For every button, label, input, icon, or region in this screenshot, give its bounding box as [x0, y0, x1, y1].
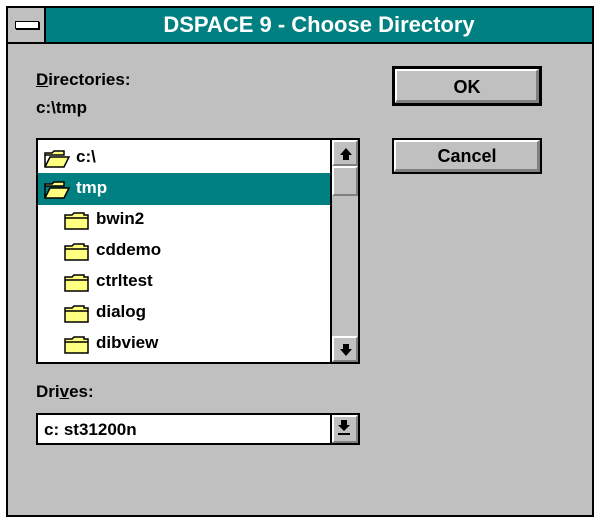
system-menu-button[interactable] — [8, 8, 46, 42]
directory-name: c:\ — [76, 147, 96, 166]
directory-list-item[interactable]: bwin2 — [38, 204, 332, 236]
title-bar[interactable]: DSPACE 9 - Choose Directory — [8, 8, 592, 44]
directories-label: Directories: — [36, 70, 130, 90]
dropdown-arrow-icon — [338, 420, 350, 435]
directory-list-item[interactable]: cddemo — [38, 235, 332, 267]
folder-icon — [64, 274, 89, 292]
directory-name: tmp — [76, 178, 108, 197]
ok-button[interactable]: OK — [392, 66, 542, 106]
folder-icon — [64, 212, 89, 230]
drives-dropdown[interactable]: c: st31200n — [36, 413, 360, 445]
drives-label: Drives: — [36, 382, 94, 402]
directory-name: dialog — [96, 302, 147, 321]
current-path: c:\tmp — [36, 98, 87, 117]
directories-label-mnemonic: D — [36, 70, 49, 89]
drives-dropdown-button[interactable] — [330, 415, 358, 443]
arrow-up-icon — [340, 148, 352, 160]
drives-label-prefix: Dri — [36, 382, 60, 401]
directory-listbox[interactable]: c:\ tmp bwin2 cddemo ctrltest dialog dibview — [36, 138, 360, 364]
arrow-down-icon — [340, 344, 352, 356]
cancel-button[interactable]: Cancel — [392, 138, 542, 174]
directory-list-item[interactable]: c:\ — [38, 142, 332, 174]
folder-icon — [64, 336, 89, 354]
directory-list-item[interactable]: ctrltest — [38, 266, 332, 298]
system-menu-icon — [15, 21, 39, 29]
folder-icon — [64, 243, 89, 261]
open-folder-icon — [44, 181, 70, 199]
cancel-button-label: Cancel — [437, 146, 497, 166]
scroll-up-button[interactable] — [332, 140, 358, 166]
directory-list-item[interactable]: dialog — [38, 297, 332, 329]
scroll-thumb[interactable] — [332, 166, 358, 196]
directory-name: bwin2 — [96, 209, 145, 228]
folder-icon — [64, 305, 89, 323]
drives-selected-value: c: st31200n — [44, 420, 137, 439]
directories-label-rest: irectories: — [48, 70, 131, 89]
directory-scrollbar[interactable] — [330, 140, 358, 362]
directory-name: cddemo — [96, 240, 162, 259]
directory-list-item[interactable]: tmp — [38, 173, 332, 205]
ok-button-label: OK — [453, 77, 481, 97]
window-title: DSPACE 9 - Choose Directory — [163, 12, 475, 37]
directory-list-item[interactable]: dibview — [38, 328, 332, 360]
drives-label-mnemonic: v — [59, 382, 70, 401]
scroll-down-button[interactable] — [332, 336, 358, 362]
drives-label-rest: es: — [69, 382, 94, 401]
directory-name: dibview — [96, 333, 159, 352]
choose-directory-dialog: DSPACE 9 - Choose Directory Directories:… — [6, 6, 594, 517]
open-folder-icon — [44, 150, 70, 168]
directory-name: ctrltest — [96, 271, 153, 290]
